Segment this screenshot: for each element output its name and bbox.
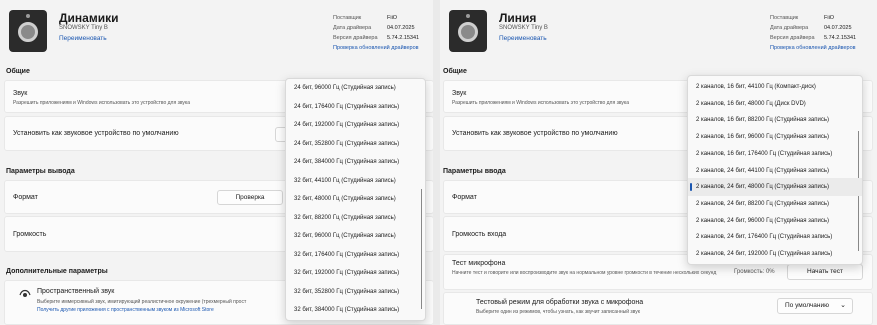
general-section-title: Общие xyxy=(443,68,467,75)
driver-version-label: Версия драйвера xyxy=(333,35,378,41)
vendor-value: FiiO xyxy=(824,15,835,21)
output-section-title: Параметры вывода xyxy=(6,168,75,175)
dropdown-option[interactable]: 2 каналов, 16 бит, 48000 Гц (Диск DVD) xyxy=(688,95,862,113)
dropdown-option[interactable]: 24 бит, 192000 Гц (Студийная запись) xyxy=(286,116,425,134)
line-in-device-icon xyxy=(449,10,487,52)
rename-link[interactable]: Переименовать xyxy=(499,35,547,42)
dropdown-option[interactable]: 32 бит, 96000 Гц (Студийная запись) xyxy=(286,227,425,245)
spatial-sound-title: Пространственный звук xyxy=(37,288,115,295)
input-section-title: Параметры ввода xyxy=(443,168,506,175)
dropdown-option[interactable]: 2 каналов, 24 бит, 88200 Гц (Студийная з… xyxy=(688,195,862,213)
chevron-down-icon: ⌄ xyxy=(840,302,846,309)
dropdown-option[interactable]: 24 бит, 96000 Гц (Студийная запись) xyxy=(286,79,425,97)
driver-version-value: 5.74.2.15341 xyxy=(824,35,857,41)
test-mode-subtitle: Выберите один из режимов, чтобы узнать, … xyxy=(476,309,640,315)
check-driver-updates-link[interactable]: Проверка обновлений драйверов xyxy=(333,43,419,53)
extra-section-title: Дополнительные параметры xyxy=(6,268,108,275)
driver-info: Поставщик FiiO Дата драйвера 04.07.2025 … xyxy=(333,13,433,53)
sound-title: Звук xyxy=(452,90,467,97)
dropdown-option[interactable]: 24 бит, 384000 Гц (Студийная запись) xyxy=(286,153,425,171)
general-section-title: Общие xyxy=(6,68,30,75)
mic-volume-readout: Громкость: 0% xyxy=(734,269,775,275)
set-default-title: Установить как звуковое устройство по ум… xyxy=(13,130,179,137)
format-dropdown-list[interactable]: 24 бит, 96000 Гц (Студийная запись) 24 би… xyxy=(285,78,426,321)
input-volume-label: Громкость входа xyxy=(452,231,507,238)
sound-subtitle: Разрешить приложениям и Windows использо… xyxy=(452,100,629,106)
dropdown-option[interactable]: 2 каналов, 24 бит, 44100 Гц (Студийная з… xyxy=(688,162,862,180)
volume-label: Громкость xyxy=(13,231,47,238)
dropdown-option[interactable]: 2 каналов, 24 бит, 96000 Гц (Студийная з… xyxy=(688,212,862,230)
dropdown-option[interactable]: 24 бит, 352800 Гц (Студийная запись) xyxy=(286,135,425,153)
spatial-sound-store-link[interactable]: Получить другие приложения с пространств… xyxy=(37,307,214,313)
driver-version-label: Версия драйвера xyxy=(770,35,815,41)
dropdown-option[interactable]: 2 каналов, 16 бит, 176400 Гц (Студийная … xyxy=(688,145,862,163)
vendor-value: FiiO xyxy=(387,15,398,21)
spatial-sound-icon xyxy=(19,289,31,297)
line-in-properties-pane: Линия SNOWSKY Tiny B Переименовать Поста… xyxy=(440,0,877,325)
check-driver-updates-link[interactable]: Проверка обновлений драйверов xyxy=(770,43,856,53)
device-model: SNOWSKY Tiny B xyxy=(499,25,548,31)
test-mode-value: По умолчанию xyxy=(785,302,829,309)
driver-version-value: 5.74.2.15341 xyxy=(387,35,420,41)
driver-date-value: 04.07.2025 xyxy=(387,25,415,31)
format-label: Формат xyxy=(13,194,38,201)
dropdown-option[interactable]: 32 бит, 192000 Гц (Студийная запись) xyxy=(286,264,425,282)
dropdown-option[interactable]: 32 бит, 352800 Гц (Студийная запись) xyxy=(286,283,425,301)
driver-date-label: Дата драйвера xyxy=(770,25,809,31)
dropdown-option[interactable]: 2 каналов, 16 бит, 96000 Гц (Студийная з… xyxy=(688,128,862,146)
test-mode-title: Тестовый режим для обработки звука с мик… xyxy=(476,299,644,306)
mic-test-subtitle: Начните тест и говорите или воспроизводи… xyxy=(452,270,717,276)
dropdown-option[interactable]: 32 бит, 88200 Гц (Студийная запись) xyxy=(286,209,425,227)
format-dropdown-list[interactable]: 2 каналов, 16 бит, 44100 Гц (Компакт-дис… xyxy=(687,75,863,265)
test-mode-row: Тестовый режим для обработки звука с мик… xyxy=(443,292,873,325)
sound-subtitle: Разрешить приложениям и Windows использо… xyxy=(13,100,190,106)
vendor-label: Поставщик xyxy=(333,15,362,21)
pane-divider xyxy=(433,0,440,325)
dropdown-option[interactable]: 2 каналов, 16 бит, 44100 Гц (Компакт-дис… xyxy=(688,78,862,96)
dropdown-option[interactable]: 24 бит, 176400 Гц (Студийная запись) xyxy=(286,98,425,116)
dropdown-option[interactable]: 2 каналов, 16 бит, 88200 Гц (Студийная з… xyxy=(688,111,862,129)
dropdown-option[interactable]: 2 каналов, 24 бит, 192000 Гц (Студийная … xyxy=(688,245,862,263)
start-test-button[interactable]: Начать тест xyxy=(787,264,863,280)
set-default-title: Установить как звуковое устройство по ум… xyxy=(452,130,618,137)
driver-date-value: 04.07.2025 xyxy=(824,25,852,31)
dropdown-option[interactable]: 32 бит, 176400 Гц (Студийная запись) xyxy=(286,246,425,264)
device-name: Динамики xyxy=(59,11,119,25)
device-name: Линия xyxy=(499,11,537,25)
format-label: Формат xyxy=(452,194,477,201)
device-model: SNOWSKY Tiny B xyxy=(59,25,108,31)
check-format-button[interactable]: Проверка xyxy=(217,190,283,205)
mic-test-title: Тест микрофона xyxy=(452,260,506,267)
driver-info: Поставщик FiiO Дата драйвера 04.07.2025 … xyxy=(770,13,877,53)
dropdown-option[interactable]: 32 бит, 48000 Гц (Студийная запись) xyxy=(286,190,425,208)
dropdown-option[interactable]: 32 бит, 44100 Гц (Студийная запись) xyxy=(286,172,425,190)
sound-title: Звук xyxy=(13,90,28,97)
spatial-sound-subtitle: Выберите иммерсивный звук, имитирующий р… xyxy=(37,299,247,305)
test-mode-select[interactable]: По умолчанию ⌄ xyxy=(777,298,853,314)
dropdown-option[interactable]: 2 каналов, 24 бит, 176400 Гц (Студийная … xyxy=(688,228,862,246)
dropdown-option[interactable]: 32 бит, 384000 Гц (Студийная запись) xyxy=(286,301,425,319)
speakers-properties-pane: Динамики SNOWSKY Tiny B Переименовать По… xyxy=(0,0,433,325)
vendor-label: Поставщик xyxy=(770,15,799,21)
driver-date-label: Дата драйвера xyxy=(333,25,372,31)
speaker-device-icon xyxy=(9,10,47,52)
rename-link[interactable]: Переименовать xyxy=(59,35,107,42)
dropdown-option[interactable]: 2 каналов, 24 бит, 48000 Гц (Студийная з… xyxy=(688,178,862,197)
